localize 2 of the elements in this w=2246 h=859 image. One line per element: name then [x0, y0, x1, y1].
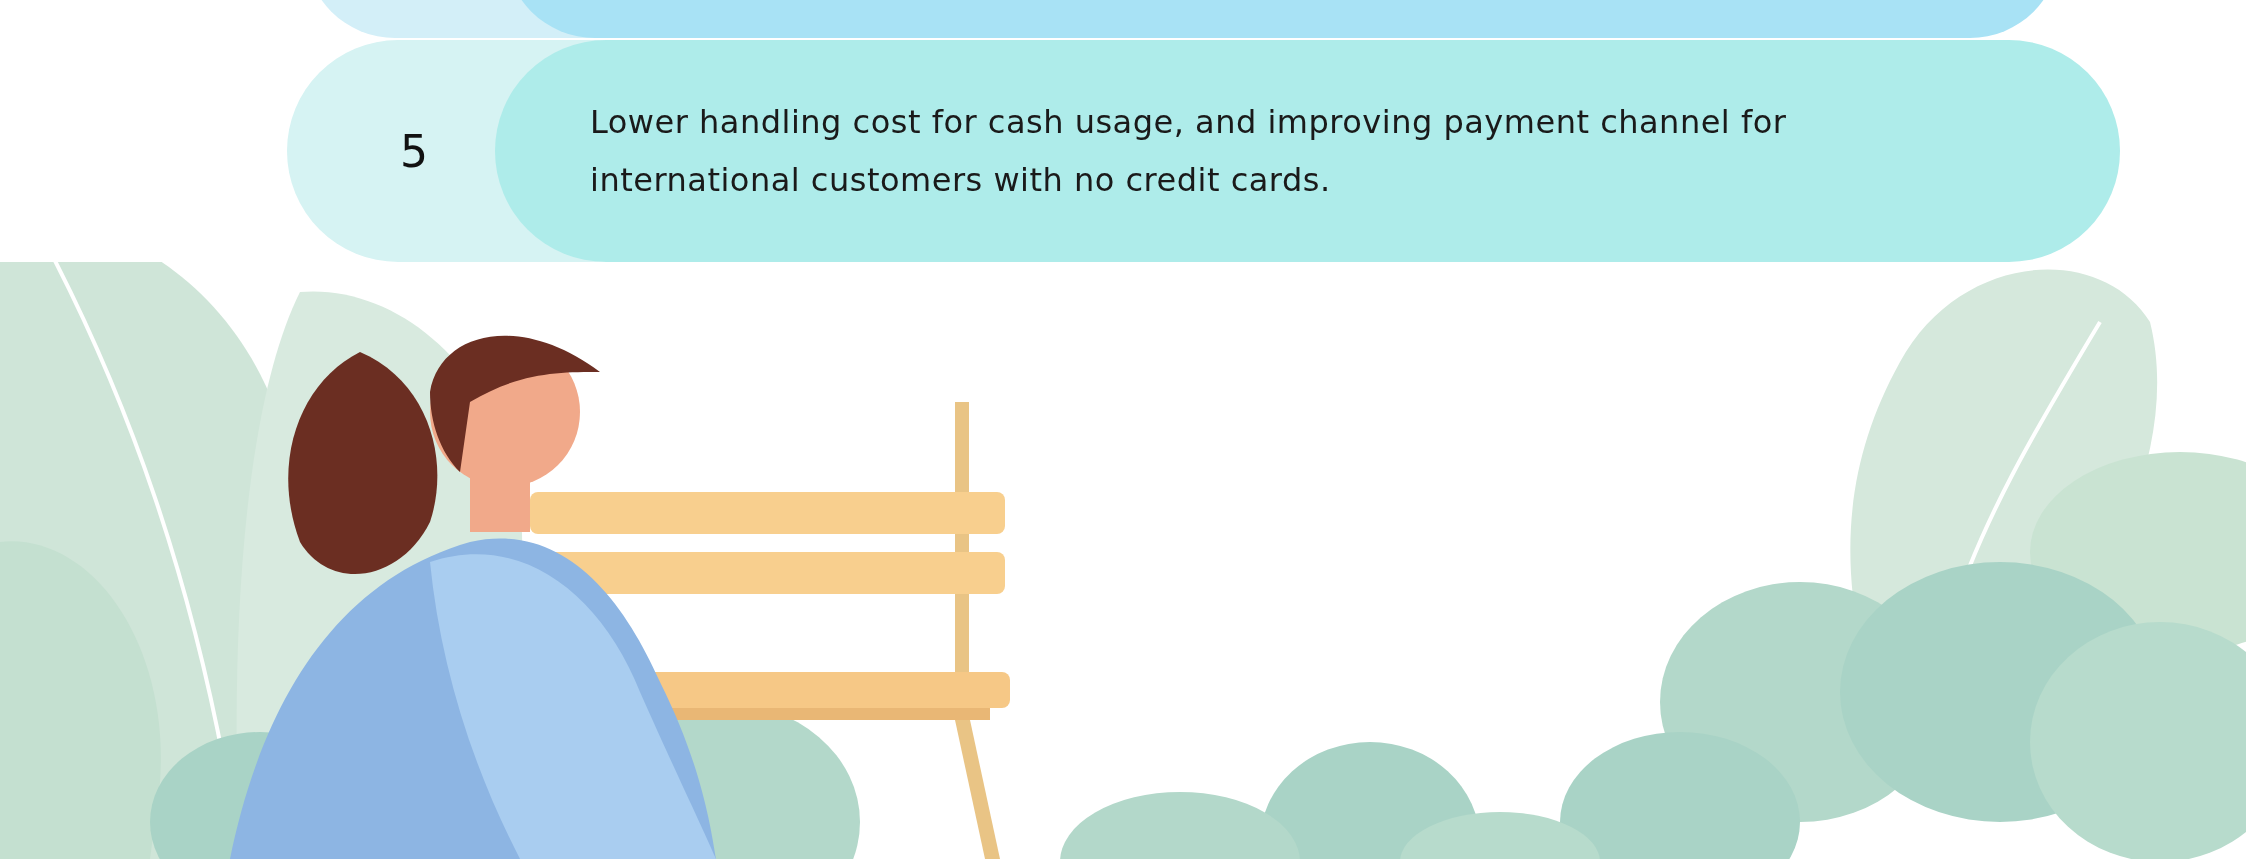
step-description: Lower handling cost for cash usage, and improving payment channel for international customers with no credit cards.: [590, 102, 1788, 201]
step-number: 5: [400, 125, 428, 177]
